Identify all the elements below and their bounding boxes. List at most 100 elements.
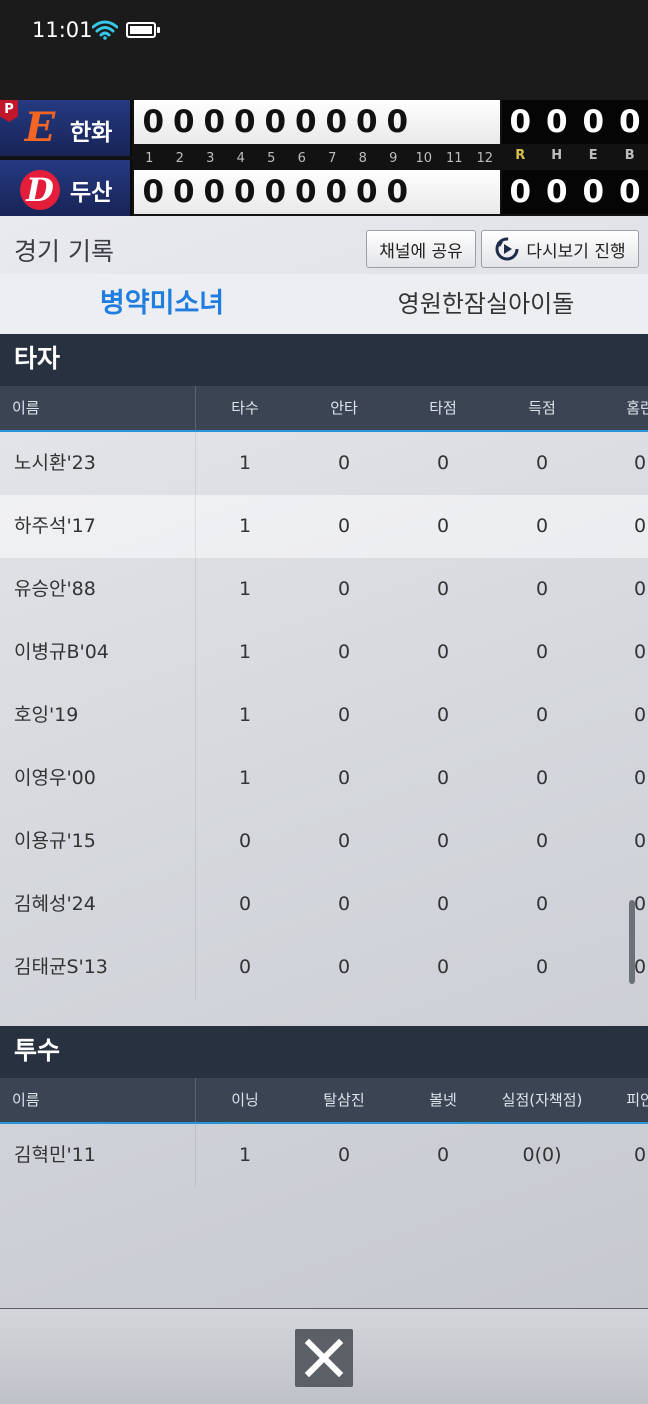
table-row[interactable]: 김혜성'24 0 0 0 0 0	[0, 873, 648, 936]
batters-scrollbar[interactable]	[629, 900, 635, 984]
col-name: 이름	[12, 399, 40, 417]
table-row[interactable]: 이영우'00 1 0 0 0 0	[0, 747, 648, 810]
home-inning-score: 0	[325, 174, 348, 210]
inning-label: 6	[297, 150, 306, 166]
home-inning-score: 0	[264, 174, 287, 210]
game-record-panel: 경기 기록 채널에 공유 다시보기 진행 병약미소녀 영원한잠실아이돌 타자 이…	[0, 216, 648, 1308]
at-bats: 1	[238, 641, 252, 663]
batters-table: 노시환'23 1 0 0 0 0 하주석'17 1 0 0 0 0 유승안'88…	[0, 432, 648, 999]
table-row[interactable]: 이병규B'04 1 0 0 0 0	[0, 621, 648, 684]
col-hits-allowed: 피안	[626, 1091, 648, 1109]
runs: 0	[535, 767, 549, 789]
away-rheb: 0 0 0 0	[502, 100, 648, 144]
home-inning-score: 0	[142, 174, 165, 210]
strikeouts: 0	[337, 1144, 351, 1166]
table-row[interactable]: 유승안'88 1 0 0 0 0	[0, 558, 648, 621]
runs: 0	[535, 830, 549, 852]
bottom-bar	[0, 1308, 648, 1404]
table-row[interactable]: 이용규'15 0 0 0 0 0	[0, 810, 648, 873]
home-runs: 0	[633, 767, 647, 789]
home-runs: 0	[633, 452, 647, 474]
rbi: 0	[436, 767, 450, 789]
hits: 0	[337, 704, 351, 726]
inning-label: 8	[358, 150, 367, 166]
column-divider	[195, 684, 196, 747]
home-errors: 0	[582, 174, 605, 210]
rbi: 0	[436, 704, 450, 726]
pitchers-column-header: 이름 이닝 탈삼진 볼넷 실점(자책점) 피안	[0, 1078, 648, 1124]
away-innings: 0 0 0 0 0 0 0 0 0	[134, 100, 500, 144]
rheb-label-h: H	[551, 148, 563, 163]
table-row[interactable]: 하주석'17 1 0 0 0 0	[0, 495, 648, 558]
player-name: 김태균S'13	[14, 956, 108, 978]
batters-section-title: 타자	[0, 334, 648, 386]
away-runs: 0	[509, 104, 532, 140]
home-rheb: 0 0 0 0	[502, 170, 648, 214]
rbi: 0	[436, 452, 450, 474]
home-inning-score: 0	[233, 174, 256, 210]
col-name: 이름	[12, 1091, 40, 1109]
col-innings: 이닝	[231, 1091, 259, 1109]
runs: 0	[535, 704, 549, 726]
innings: 1	[238, 1144, 252, 1166]
inning-label: 5	[267, 150, 276, 166]
home-inning-score: 0	[355, 174, 378, 210]
hits: 0	[337, 515, 351, 537]
hits-allowed: 0	[633, 1144, 647, 1166]
home-team-logo: D	[18, 166, 62, 210]
status-bar: 11:01	[0, 0, 648, 100]
share-channel-label: 채널에 공유	[379, 241, 463, 262]
home-runs: 0	[633, 704, 647, 726]
at-bats: 0	[238, 893, 252, 915]
rheb-label-e: E	[588, 148, 598, 163]
close-button[interactable]	[295, 1329, 353, 1387]
pitchers-section-title: 투수	[0, 1026, 648, 1078]
runs: 0	[535, 578, 549, 600]
table-row[interactable]: 호잉'19 1 0 0 0 0	[0, 684, 648, 747]
hits: 0	[337, 956, 351, 978]
team-tabs: 병약미소녀 영원한잠실아이돌	[0, 274, 648, 334]
tab-away-team[interactable]: 병약미소녀	[0, 274, 324, 334]
rbi: 0	[436, 956, 450, 978]
tab-home-team[interactable]: 영원한잠실아이돌	[324, 274, 648, 334]
home-team: D 두산	[0, 160, 132, 216]
close-icon	[304, 1338, 344, 1378]
column-divider	[195, 1124, 196, 1187]
home-walks: 0	[618, 174, 641, 210]
hits: 0	[337, 893, 351, 915]
away-inning-score: 0	[294, 104, 317, 140]
inning-label: 7	[328, 150, 337, 166]
inning-label: 4	[236, 150, 245, 166]
runs-earned: 0(0)	[522, 1144, 562, 1166]
away-inning-score: 0	[386, 104, 409, 140]
rbi: 0	[436, 641, 450, 663]
at-bats: 1	[238, 578, 252, 600]
at-bats: 1	[238, 704, 252, 726]
player-name: 이용규'15	[14, 830, 96, 852]
table-row[interactable]: 김혁민'11 1 0 0 0(0) 0	[0, 1124, 648, 1187]
wifi-icon	[92, 20, 118, 40]
home-inning-score: 0	[294, 174, 317, 210]
at-bats: 1	[238, 767, 252, 789]
share-channel-button[interactable]: 채널에 공유	[366, 230, 476, 268]
player-name: 이영우'00	[14, 767, 96, 789]
column-divider	[195, 386, 196, 430]
table-row[interactable]: 노시환'23 1 0 0 0 0	[0, 432, 648, 495]
hits: 0	[337, 578, 351, 600]
replay-button[interactable]: 다시보기 진행	[481, 230, 639, 268]
away-errors: 0	[582, 104, 605, 140]
column-divider	[195, 558, 196, 621]
hits: 0	[337, 452, 351, 474]
pitchers-table: 김혁민'11 1 0 0 0(0) 0	[0, 1124, 648, 1187]
rheb-label-b: B	[624, 148, 635, 163]
col-home-runs: 홈런	[626, 399, 648, 417]
runs: 0	[535, 893, 549, 915]
col-at-bats: 타수	[231, 399, 259, 417]
home-runs: 0	[633, 893, 647, 915]
replay-icon	[495, 237, 519, 261]
at-bats: 0	[238, 830, 252, 852]
runs: 0	[535, 956, 549, 978]
battery-icon	[126, 22, 160, 38]
column-divider	[195, 936, 196, 999]
table-row[interactable]: 김태균S'13 0 0 0 0 0	[0, 936, 648, 999]
